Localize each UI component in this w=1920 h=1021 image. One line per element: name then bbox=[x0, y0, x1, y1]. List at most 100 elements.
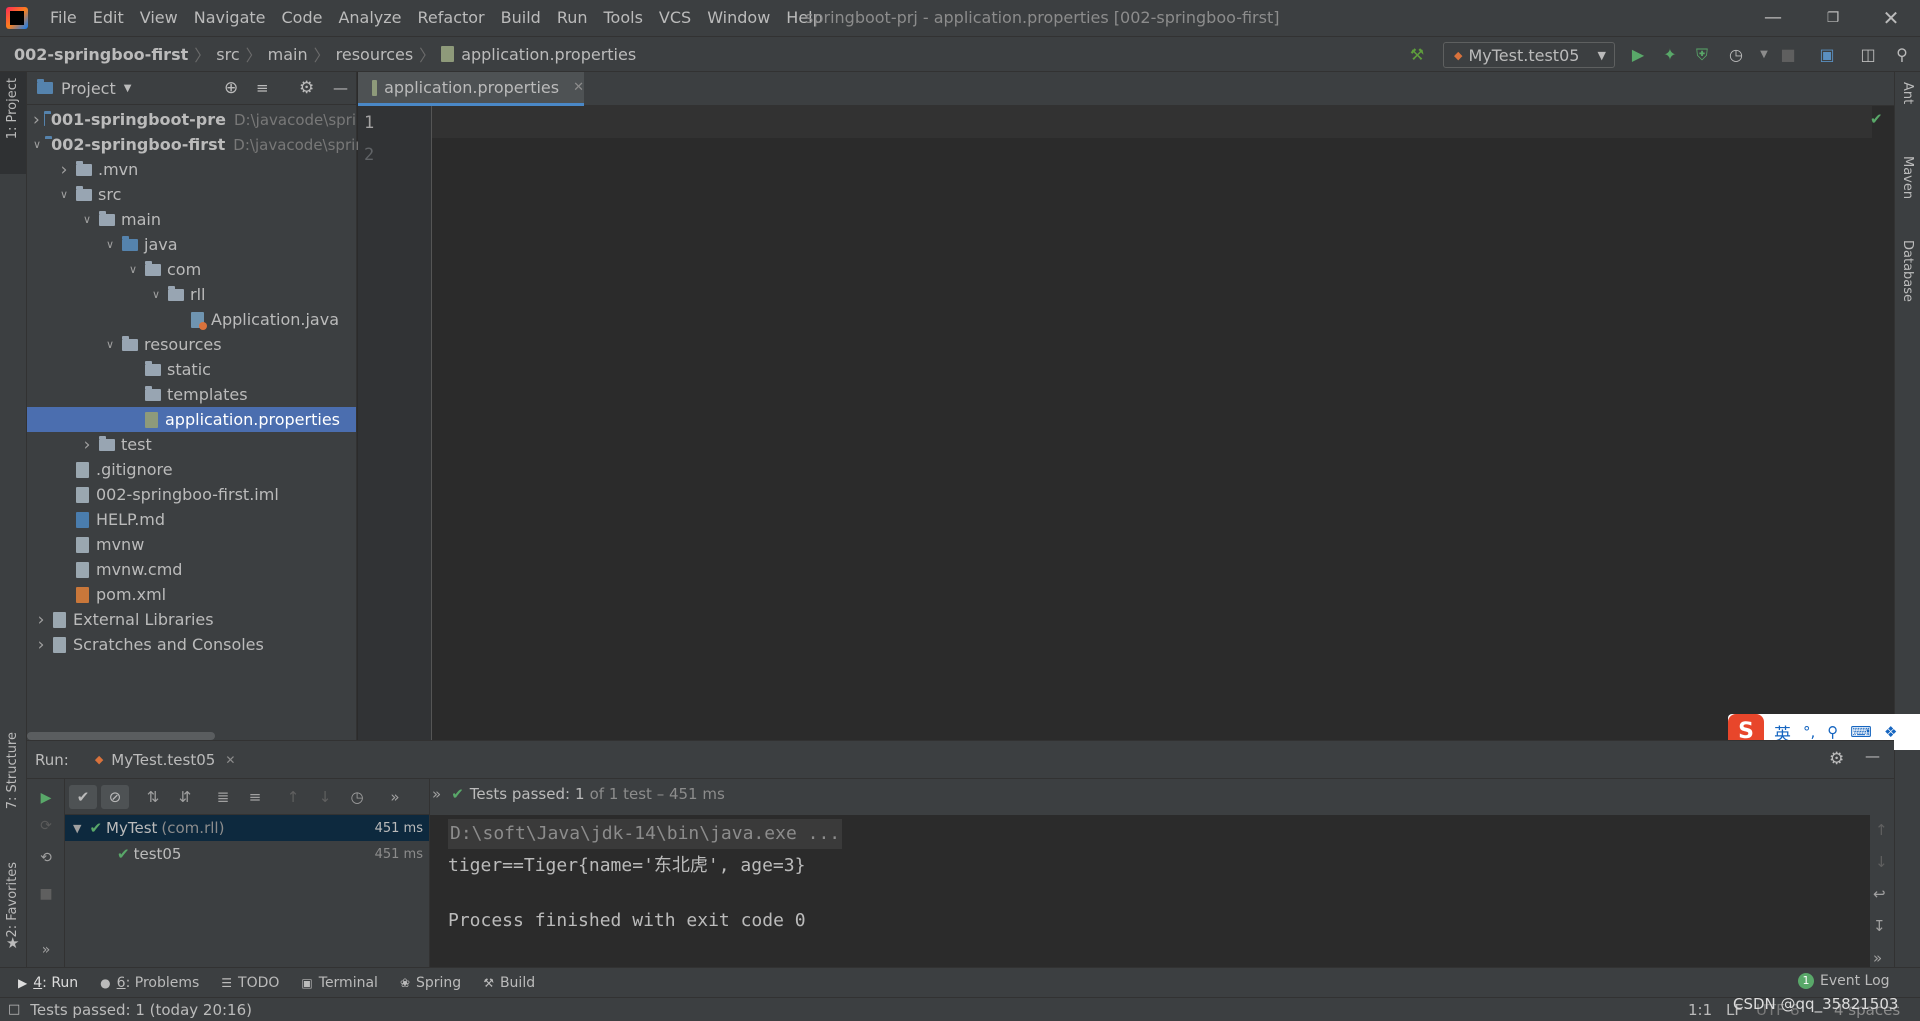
toggle-toolbar-icon[interactable]: ◫ bbox=[1856, 43, 1880, 67]
toggle-auto-test-icon[interactable]: ⟲ bbox=[35, 847, 57, 869]
run-icon[interactable]: ▶ bbox=[1626, 43, 1650, 67]
bottom-tab-problems[interactable]: ● 6: Problems bbox=[100, 975, 199, 991]
minimize-icon[interactable]: — bbox=[1748, 0, 1798, 36]
menu-item-navigate[interactable]: Navigate bbox=[186, 0, 274, 36]
breadcrumb-main[interactable]: main bbox=[264, 45, 312, 64]
tree-item[interactable]: › test bbox=[27, 432, 356, 457]
menu-item-code[interactable]: Code bbox=[274, 0, 331, 36]
menu-item-file[interactable]: File bbox=[42, 0, 85, 36]
editor-tab-application-properties[interactable]: application.properties ✕ bbox=[358, 72, 584, 106]
chevron-down-icon[interactable]: ∨ bbox=[56, 188, 72, 201]
tree-item[interactable]: › External Libraries bbox=[27, 607, 356, 632]
ime-punct-icon[interactable]: °, bbox=[1803, 723, 1815, 741]
stop-icon[interactable]: ■ bbox=[1776, 43, 1800, 67]
tree-item[interactable]: ∨ main bbox=[27, 207, 356, 232]
menu-item-edit[interactable]: Edit bbox=[85, 0, 132, 36]
chevron-down-icon[interactable]: ∨ bbox=[79, 213, 95, 226]
tree-item[interactable]: Application.java bbox=[27, 307, 356, 332]
sort-alpha-icon[interactable]: ⇅ bbox=[139, 785, 167, 809]
project-tool-tab[interactable]: 1: Project bbox=[5, 78, 20, 139]
project-panel-title[interactable]: Project bbox=[61, 79, 116, 98]
hide-panel-icon[interactable]: — bbox=[333, 79, 348, 97]
settings-gear-icon[interactable]: ⚙ bbox=[299, 78, 314, 98]
tree-item[interactable]: ∨ src bbox=[27, 182, 356, 207]
maven-tool-tab[interactable]: Maven bbox=[1900, 156, 1915, 199]
breadcrumb-file[interactable]: application.properties bbox=[461, 45, 640, 64]
previous-test-icon[interactable]: ↑ bbox=[279, 785, 307, 809]
ime-menu-icon[interactable]: ❖ bbox=[1884, 723, 1897, 741]
status-layout-icon[interactable]: □ bbox=[8, 1002, 20, 1017]
tree-item[interactable]: pom.xml bbox=[27, 582, 356, 607]
collapse-all-tests-icon[interactable]: ≡ bbox=[241, 785, 269, 809]
menu-item-run[interactable]: Run bbox=[549, 0, 596, 36]
tree-item[interactable]: mvnw bbox=[27, 532, 356, 557]
tree-item[interactable]: ∨ java bbox=[27, 232, 356, 257]
next-test-icon[interactable]: ↓ bbox=[311, 785, 339, 809]
test-row-method[interactable]: ✔ test05 451 ms bbox=[65, 841, 429, 867]
tree-item[interactable]: › .mvn bbox=[27, 157, 356, 182]
tree-item[interactable]: › 001-springboot-pre D:\javacode\spri bbox=[27, 107, 356, 132]
tree-item[interactable]: application.properties bbox=[27, 407, 356, 432]
menu-item-refactor[interactable]: Refactor bbox=[410, 0, 493, 36]
show-passed-check-icon[interactable]: ✔ bbox=[69, 784, 97, 809]
collapse-all-icon[interactable]: ≡ bbox=[256, 79, 269, 97]
chevron-down-icon[interactable]: ∨ bbox=[148, 288, 164, 301]
project-structure-icon[interactable]: ▣ bbox=[1815, 43, 1839, 67]
chevron-right-icon[interactable]: › bbox=[56, 160, 72, 180]
chevron-down-icon[interactable]: ∨ bbox=[33, 138, 41, 151]
tree-item[interactable]: static bbox=[27, 357, 356, 382]
tree-item[interactable]: ∨ com bbox=[27, 257, 356, 282]
expand-all-icon[interactable]: ≣ bbox=[209, 785, 237, 809]
tree-item[interactable]: 002-springboo-first.iml bbox=[27, 482, 356, 507]
ime-mic-icon[interactable]: ⚲ bbox=[1827, 723, 1838, 741]
stop-run-icon[interactable]: ■ bbox=[35, 883, 57, 905]
sort-duration-icon[interactable]: ⇵ bbox=[171, 785, 199, 809]
rerun-failed-icon[interactable]: ⟳ bbox=[35, 815, 57, 837]
tree-item[interactable]: › Scratches and Consoles bbox=[27, 632, 356, 657]
soft-wrap-icon[interactable]: ↩ bbox=[1873, 885, 1886, 903]
run-settings-gear-icon[interactable]: ⚙ bbox=[1829, 749, 1844, 769]
build-hammer-icon[interactable]: ⚒ bbox=[1405, 43, 1429, 67]
ant-tool-tab[interactable]: Ant bbox=[1900, 82, 1915, 104]
database-tool-tab[interactable]: Database bbox=[1900, 240, 1915, 302]
restore-icon[interactable]: ❐ bbox=[1808, 0, 1858, 36]
tree-item[interactable]: templates bbox=[27, 382, 356, 407]
event-log-tab[interactable]: 1 Event Log bbox=[1798, 973, 1890, 989]
profile-dropdown-icon[interactable]: ▼ bbox=[1752, 43, 1776, 67]
more-actions-icon[interactable]: » bbox=[35, 939, 57, 961]
bottom-tab-terminal[interactable]: ▣ Terminal bbox=[301, 975, 378, 991]
scroll-up-icon[interactable]: ↑ bbox=[1875, 821, 1888, 839]
favorites-tool-tab[interactable]: 2: Favorites bbox=[5, 862, 20, 938]
breadcrumb-resources[interactable]: resources bbox=[332, 45, 418, 64]
bottom-tab-todo[interactable]: ☰ TODO bbox=[221, 975, 279, 991]
rerun-icon[interactable]: ▶ bbox=[35, 787, 57, 809]
hide-run-panel-icon[interactable]: — bbox=[1865, 747, 1880, 765]
coverage-icon[interactable]: ⛨ bbox=[1690, 43, 1714, 67]
ime-keyboard-icon[interactable]: ⌨ bbox=[1850, 723, 1872, 741]
chevron-down-icon[interactable]: ∨ bbox=[125, 263, 141, 276]
tree-item[interactable]: ∨ 002-springboo-first D:\javacode\sprin bbox=[27, 132, 365, 157]
tree-item[interactable]: HELP.md bbox=[27, 507, 356, 532]
chevron-down-icon[interactable]: ∨ bbox=[102, 238, 118, 251]
locate-file-icon[interactable]: ⊕ bbox=[224, 78, 238, 98]
tree-item[interactable]: ∨ resources bbox=[27, 332, 356, 357]
more-console-actions-icon[interactable]: » bbox=[1873, 949, 1882, 967]
tree-item[interactable]: .gitignore bbox=[27, 457, 356, 482]
bottom-tab-spring[interactable]: ❀ Spring bbox=[400, 975, 461, 991]
menu-item-analyze[interactable]: Analyze bbox=[330, 0, 409, 36]
menu-item-window[interactable]: Window bbox=[699, 0, 778, 36]
more-icon[interactable]: » bbox=[432, 785, 441, 803]
bottom-tab-run[interactable]: ▶ 4: Run bbox=[18, 975, 78, 991]
chevron-right-icon[interactable]: › bbox=[33, 635, 49, 655]
search-everywhere-icon[interactable]: ⚲ bbox=[1890, 43, 1914, 67]
chevron-right-icon[interactable]: › bbox=[79, 435, 95, 455]
bottom-tab-build[interactable]: ⚒ Build bbox=[483, 975, 535, 991]
close-run-tab-icon[interactable]: ✕ bbox=[225, 753, 235, 767]
inspection-ok-check-icon[interactable]: ✔ bbox=[1870, 110, 1883, 128]
test-row-class[interactable]: ▼ ✔ MyTest (com.rll) 451 ms bbox=[65, 815, 429, 841]
intellij-logo-icon[interactable] bbox=[6, 7, 28, 29]
console-output[interactable]: D:\soft\Java\jdk-14\bin\java.exe ... tig… bbox=[430, 815, 1880, 968]
caret-position[interactable]: 1:1 bbox=[1688, 1001, 1712, 1019]
breadcrumb-src[interactable]: src bbox=[212, 45, 243, 64]
breadcrumb-project[interactable]: 002-springboo-first bbox=[10, 45, 192, 64]
